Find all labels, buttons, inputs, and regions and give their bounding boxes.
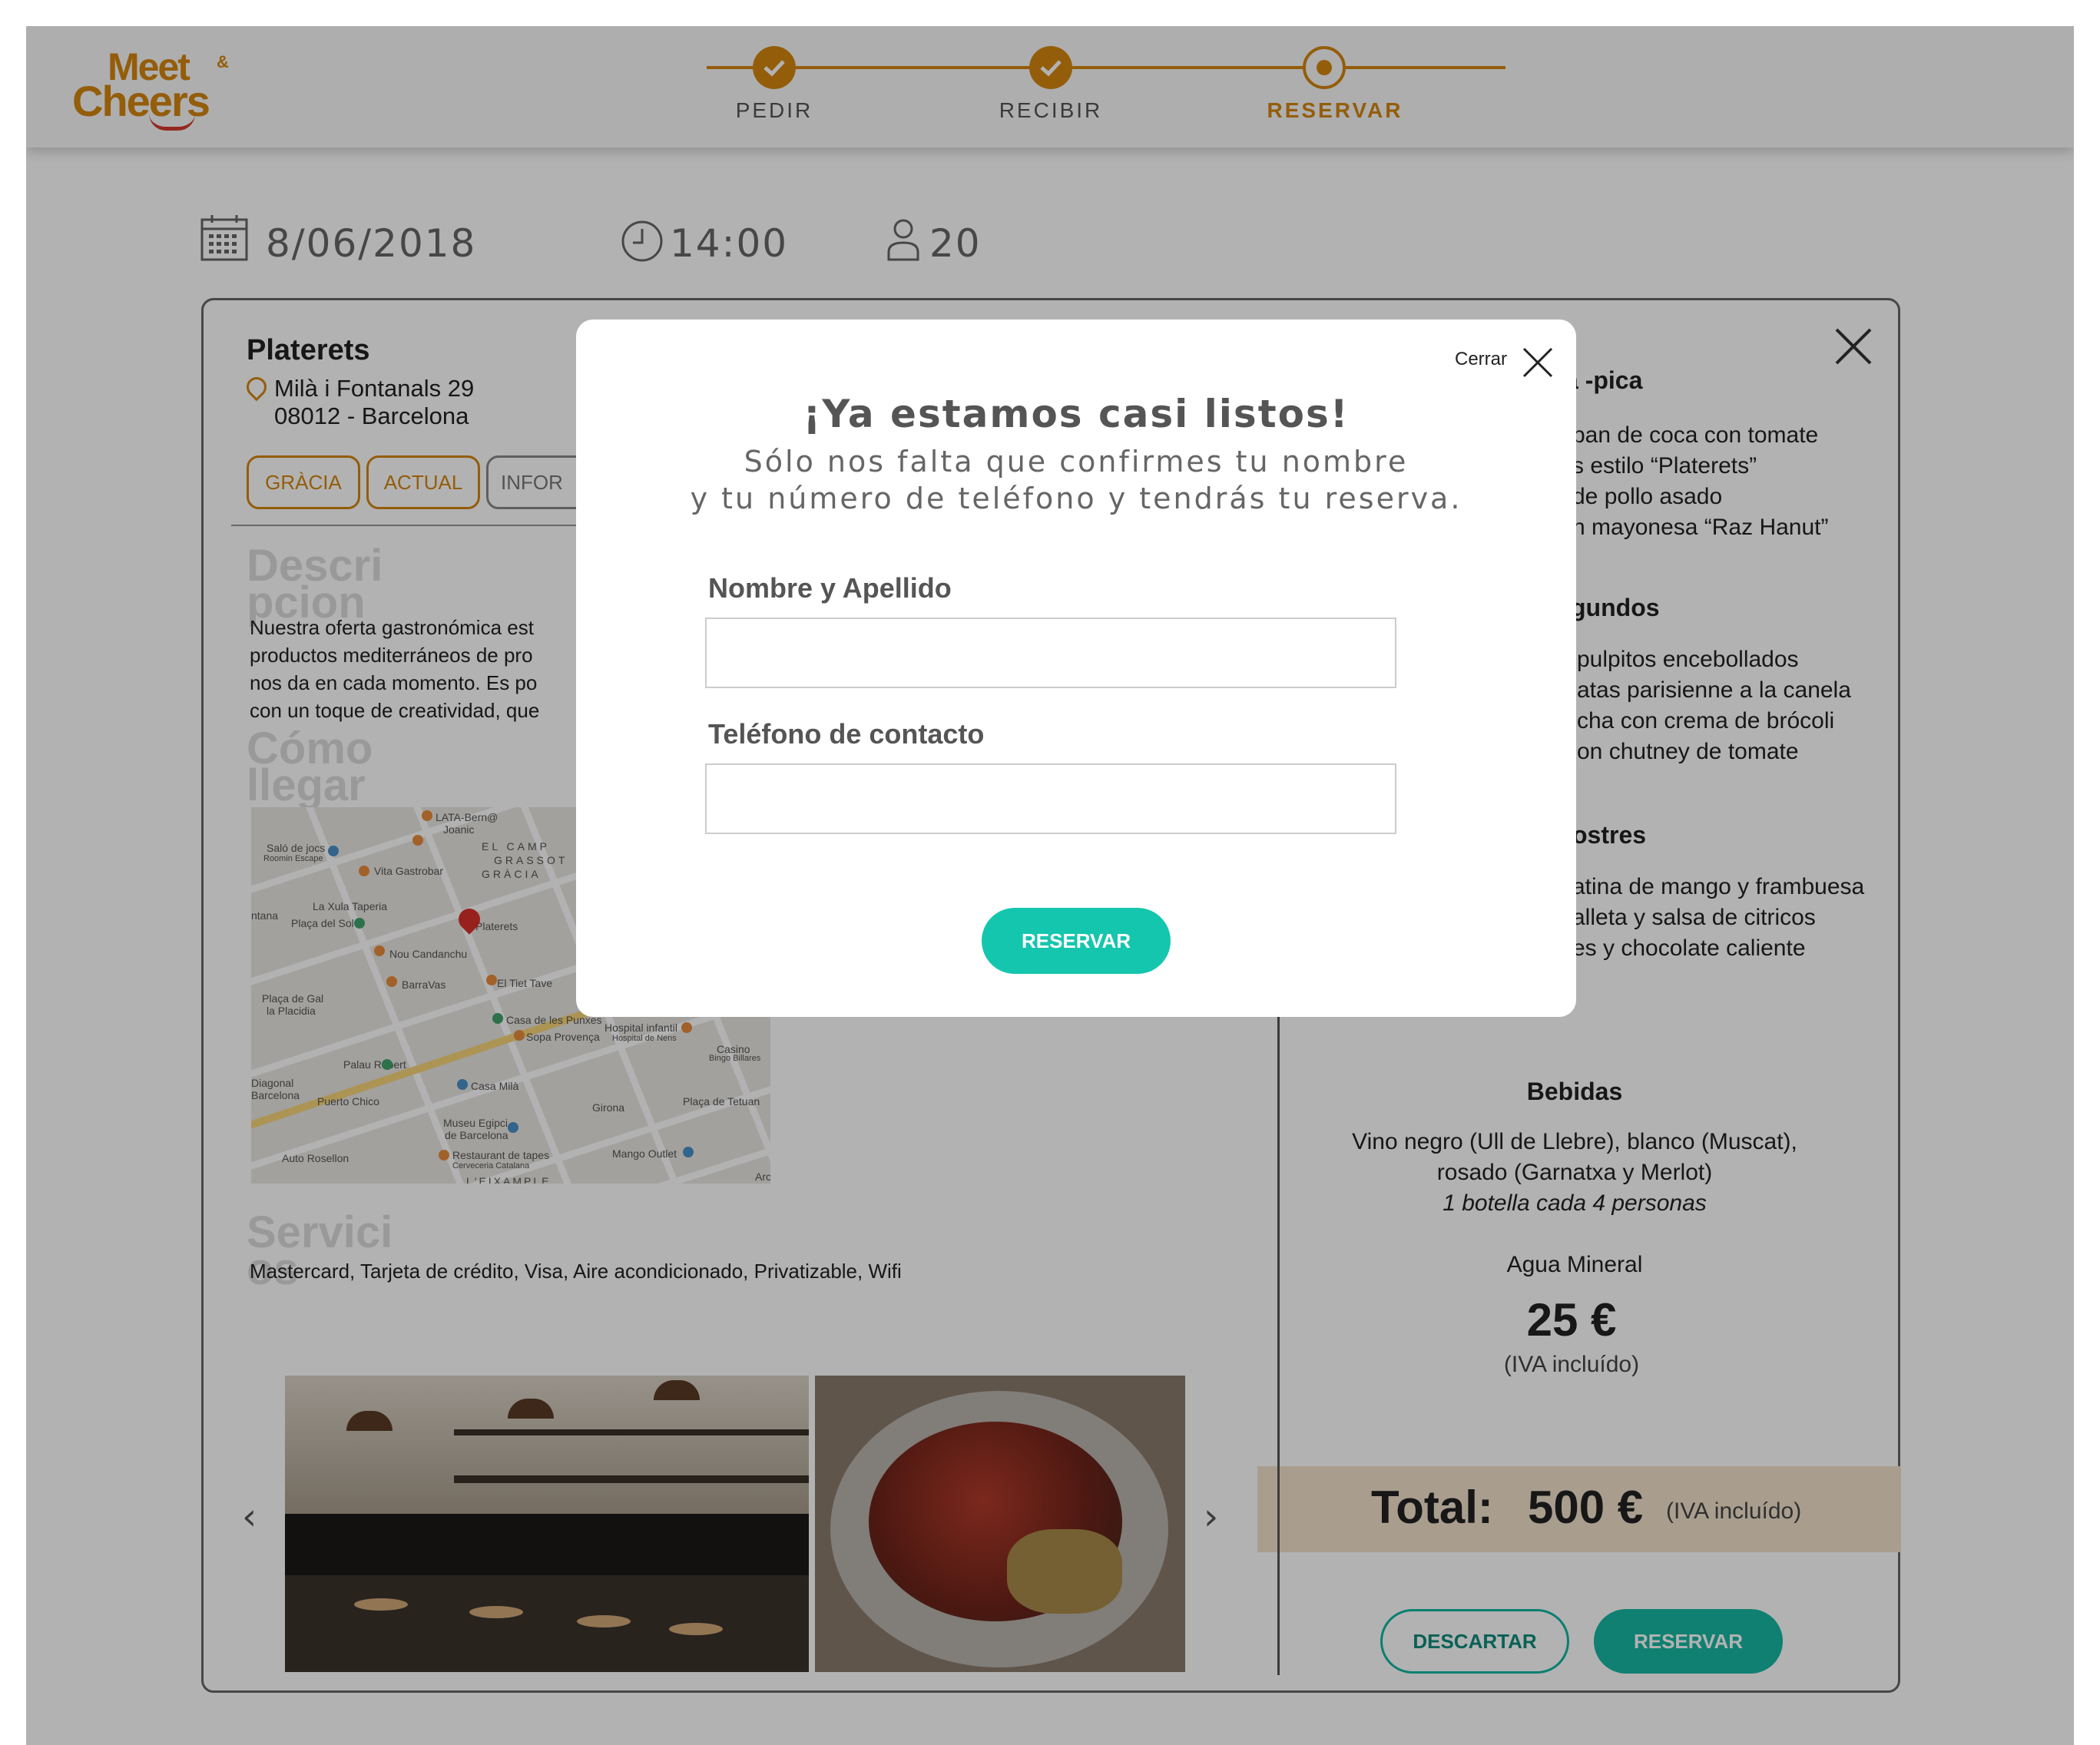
name-input[interactable] bbox=[705, 618, 1396, 688]
close-modal-label[interactable]: Cerrar bbox=[1455, 350, 1507, 369]
modal-reserve-button[interactable]: RESERVAR bbox=[982, 908, 1171, 974]
app-window: Meet & Cheers PEDIR RECIBIR RESERVAR 8/0… bbox=[26, 26, 2074, 1745]
modal-subtitle-line2: y tu número de teléfono y tendrás tu res… bbox=[690, 482, 1462, 515]
phone-input[interactable] bbox=[705, 763, 1396, 834]
modal-title: ¡Ya estamos casi listos! bbox=[803, 392, 1350, 436]
name-label: Nombre y Apellido bbox=[708, 572, 952, 604]
close-modal-icon[interactable] bbox=[1521, 346, 1555, 379]
modal-subtitle-line1: Sólo nos falta que confirmes tu nombre bbox=[744, 445, 1409, 478]
phone-label: Teléfono de contacto bbox=[708, 718, 985, 750]
confirm-booking-modal: Cerrar ¡Ya estamos casi listos! Sólo nos… bbox=[576, 320, 1576, 1017]
